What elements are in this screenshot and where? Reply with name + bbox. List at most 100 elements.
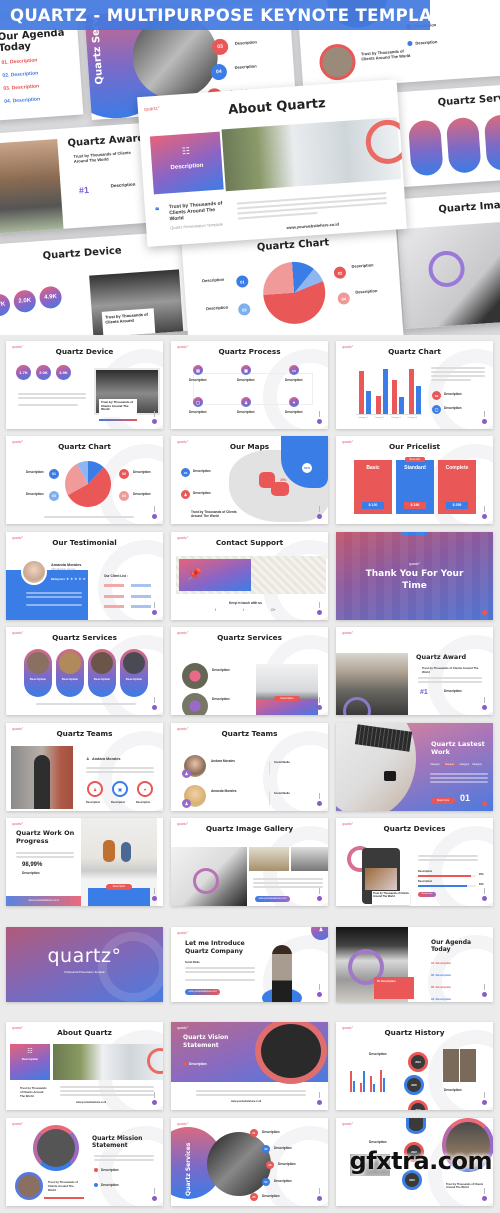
slide-title: Let me Introduce Quartz Company bbox=[185, 940, 245, 955]
pager-dot bbox=[482, 610, 487, 615]
service-number: 05 bbox=[250, 1193, 258, 1201]
cover-subtitle: Professional Presentation Template bbox=[64, 971, 105, 974]
description-button[interactable]: Description bbox=[274, 696, 300, 701]
slide-work-on-progress[interactable]: quartz° Quartz Work On Progress 98,99% D… bbox=[6, 818, 163, 906]
logo: quartz° bbox=[177, 931, 189, 935]
service-desc: Description bbox=[212, 697, 230, 701]
slide-quartz-bar-chart[interactable]: quartz° Quartz Chart Category 1 Category … bbox=[336, 341, 493, 429]
bar-red bbox=[375, 395, 381, 414]
website-bar[interactable]: www.yourwebsitehere.co.id bbox=[6, 896, 81, 906]
website-button[interactable]: www.yourwebsitehere.co.id bbox=[185, 989, 220, 995]
slide-thank-you[interactable]: quartz° Thank You For Your Time bbox=[336, 532, 493, 620]
member-name: Andara Morales bbox=[211, 759, 235, 763]
slide-title: Quartz Chart bbox=[58, 442, 111, 451]
slide-title: Quartz Mission Statement bbox=[92, 1135, 143, 1150]
bar-chart: Category 1 Category 2 Category 3 Category 4 bbox=[356, 365, 422, 419]
pie-desc: Description bbox=[133, 492, 151, 496]
slide-quartz-award[interactable]: quartz° Quartz Award Trust by Thousands … bbox=[336, 627, 493, 715]
slide-our-maps[interactable]: quartz° 52% 29% Our Maps ▭ Description ♟… bbox=[171, 436, 328, 524]
vision-url: www.yourwebsitehere.co.id bbox=[231, 1101, 262, 1103]
mission-desc: Description bbox=[101, 1183, 119, 1187]
slide-mission-statement[interactable]: quartz° Trust by Thousands of Clients Ar… bbox=[6, 1118, 163, 1206]
social-label: Social Media bbox=[274, 792, 290, 795]
clients-label: Our Client List : bbox=[104, 574, 128, 578]
read-more-button[interactable]: Read more bbox=[431, 798, 455, 804]
watermark: gfxtra.com bbox=[349, 1147, 493, 1175]
bar-red bbox=[408, 368, 414, 414]
plan-price-button[interactable]: $ 190 bbox=[404, 502, 426, 509]
person-figure bbox=[103, 840, 115, 862]
chart-desc: Description bbox=[201, 276, 225, 284]
plan-price-button[interactable]: $ 120 bbox=[362, 502, 384, 509]
slide-quartz-services-pills[interactable]: quartz° Quartz Services Description Desc… bbox=[6, 627, 163, 715]
slide-title: Quartz Lastest Work bbox=[431, 740, 485, 756]
description-button[interactable]: Description bbox=[106, 884, 132, 890]
about-trust: Trust by Thousands of Clients Around The… bbox=[168, 200, 223, 222]
tab[interactable]: Category bbox=[430, 763, 440, 766]
read-more-button[interactable]: Read more bbox=[418, 892, 436, 897]
service-desc: Description bbox=[234, 63, 257, 70]
mission-desc: Description bbox=[415, 39, 438, 46]
pager-dot bbox=[482, 1196, 487, 1201]
slide-title: Quartz Services bbox=[217, 633, 282, 642]
tab[interactable]: Category bbox=[442, 763, 457, 766]
tab[interactable]: Category bbox=[459, 763, 469, 766]
stat-circle: 2.0K bbox=[36, 365, 51, 380]
about-url: www.yourwebsitehere.co.id bbox=[76, 1102, 107, 1104]
slide-contact-support[interactable]: quartz° Contact Support 📌 Keep in touch … bbox=[171, 532, 328, 620]
pager-dot bbox=[152, 896, 157, 901]
slide-quartz-services-photos[interactable]: quartz° Quartz Services Description Desc… bbox=[171, 627, 328, 715]
award-badge: #1 bbox=[78, 184, 90, 196]
slide-title: Our Testimonial bbox=[52, 538, 117, 547]
slide-quartz-process[interactable]: quartz° Quartz Process ▤ ▣ ▭ Description… bbox=[171, 341, 328, 429]
bullet-icon bbox=[407, 40, 413, 47]
service-pill: Description bbox=[120, 649, 148, 697]
testimonial-role: CEO Marylan Foronre bbox=[51, 568, 76, 571]
twitter-icon[interactable]: t bbox=[243, 608, 244, 612]
plan-price-button[interactable]: $ 259 bbox=[446, 502, 468, 509]
slide-introduce-company[interactable]: quartz° Let me Introduce Quartz Company … bbox=[171, 927, 328, 1002]
slide-quartz-pie-chart[interactable]: quartz° Quartz Chart 01 03 02 04 Descrip… bbox=[6, 436, 163, 524]
slide-our-pricelist[interactable]: quartz° Our Pricelist Basic $ 120 Best o… bbox=[336, 436, 493, 524]
tab[interactable]: Category bbox=[472, 763, 482, 766]
slide-quartz-history[interactable]: quartz° Quartz History Description 2019 … bbox=[336, 1022, 493, 1110]
facebook-icon[interactable]: f bbox=[215, 608, 216, 612]
avatar bbox=[21, 559, 47, 585]
pager-dot bbox=[152, 1196, 157, 1201]
rating-stars: ★★★★★ bbox=[66, 577, 87, 581]
legend-icon: ▢ bbox=[432, 405, 441, 414]
chart-desc: Description bbox=[351, 262, 374, 269]
pager-dot bbox=[482, 419, 487, 424]
slide-quartz-devices[interactable]: quartz° Quartz Devices Trust by Thousand… bbox=[336, 818, 493, 906]
pager-dot bbox=[317, 419, 322, 424]
slide-our-testimonial[interactable]: quartz° Our Testimonial Amanda Morales C… bbox=[6, 532, 163, 620]
slide-vision-statement[interactable]: quartz° Quartz Vision Statement Descript… bbox=[171, 1022, 328, 1110]
slide-services-numbered[interactable]: quartz° Quartz Services 01 02 03 04 05 D… bbox=[171, 1118, 328, 1206]
slide-quartz-cover[interactable]: quartz° Professional Presentation Templa… bbox=[6, 927, 163, 1002]
google-plus-icon[interactable]: G+ bbox=[271, 608, 276, 612]
slide-quartz-teams-pair[interactable]: quartz° Quartz Teams ♟ Andara Morales ♟ … bbox=[171, 723, 328, 811]
website-button[interactable]: www.yourwebsitehere.co.id bbox=[255, 896, 290, 902]
gallery-photo bbox=[291, 847, 328, 871]
service-desc: Description bbox=[212, 668, 230, 672]
slide-quartz-teams-single[interactable]: quartz° Quartz Teams ♟ Andara Morales ♟ … bbox=[6, 723, 163, 811]
pager-dot bbox=[317, 1100, 322, 1105]
slide-quartz-lastest-work[interactable]: Quartz Lastest Work Category Category Ca… bbox=[336, 723, 493, 811]
slide-quartz-device[interactable]: quartz° Quartz Device 1.7K 2.0K 4.9K Tru… bbox=[6, 341, 163, 429]
pager-dot bbox=[482, 705, 487, 710]
slide-image-gallery[interactable]: quartz° Quartz Image Gallery www.yourweb… bbox=[171, 818, 328, 906]
mission-trust: Trust by Thousands of Clients Around The… bbox=[48, 1180, 78, 1192]
slide-agenda-today[interactable]: 05. Description Our Agenda Today 01. Des… bbox=[336, 927, 493, 1002]
year-badge: 2020 bbox=[404, 1075, 424, 1095]
slide-title: Quartz Award bbox=[416, 653, 467, 661]
bullet-icon bbox=[183, 1062, 187, 1066]
woman-figure bbox=[272, 945, 292, 1002]
bar-blue bbox=[399, 396, 404, 414]
slide-title: Our Pricelist bbox=[388, 442, 441, 451]
team-icon: ☷ bbox=[181, 145, 191, 157]
slide-title: Quartz Device bbox=[55, 347, 114, 356]
slide-about-quartz[interactable]: quartz° About Quartz ☷ Description Trust… bbox=[6, 1022, 163, 1110]
bar-blue bbox=[366, 391, 371, 414]
logo: quartz° bbox=[12, 1122, 24, 1126]
rating-label: Rating Here bbox=[51, 578, 66, 581]
